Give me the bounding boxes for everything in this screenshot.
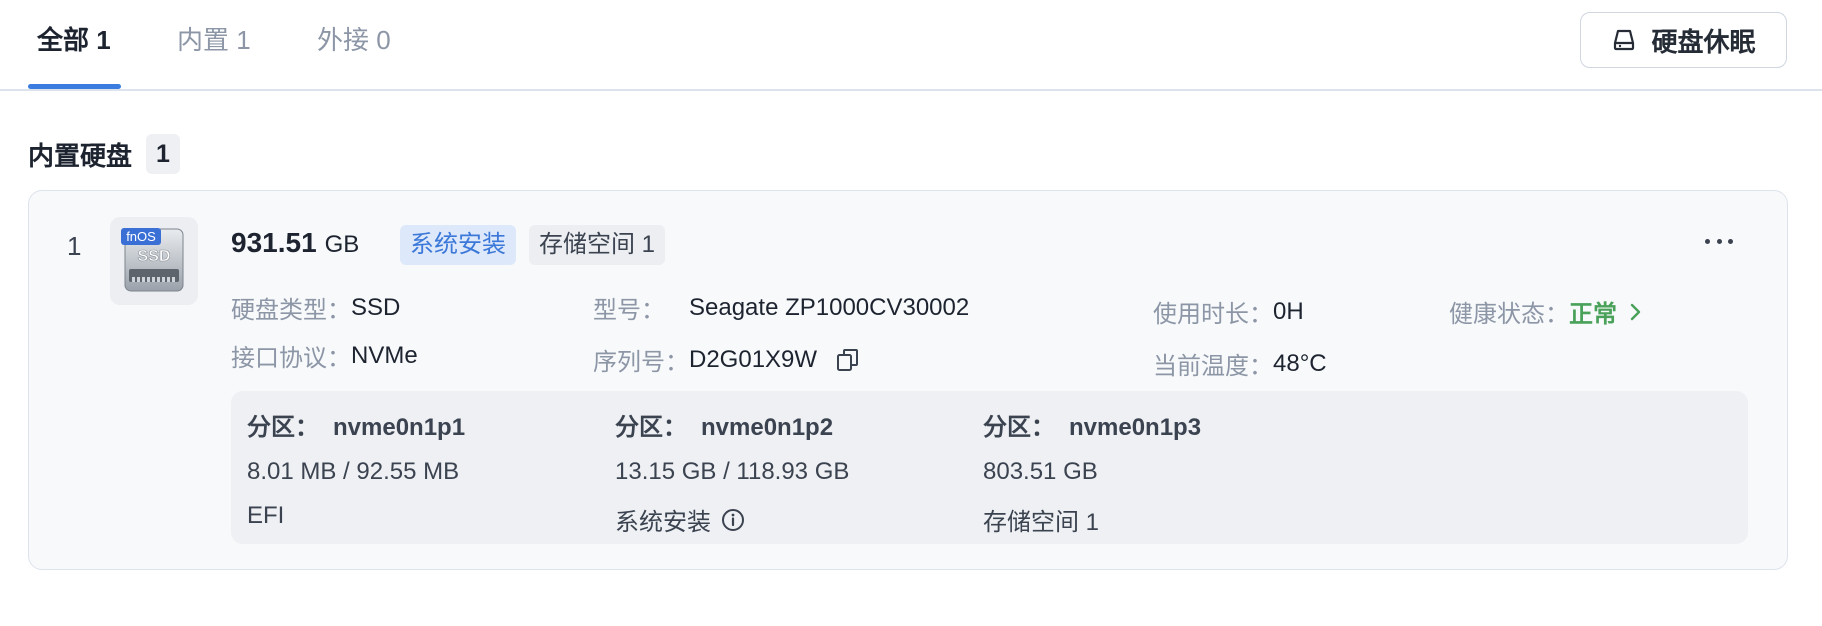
- disk-sleep-label: 硬盘休眠: [1651, 26, 1756, 57]
- disk-capacity: 931.51 GB: [231, 227, 359, 259]
- partition-type: 系统安装: [615, 502, 975, 537]
- tab-all[interactable]: 全部 1: [37, 20, 111, 60]
- field-label: 硬盘类型：: [231, 297, 351, 324]
- field-label: 序列号：: [593, 349, 689, 376]
- info-icon[interactable]: [721, 508, 745, 532]
- disk-index: 1: [67, 231, 82, 261]
- field-value: SSD: [351, 293, 401, 321]
- more-dot-icon: [1716, 238, 1722, 244]
- partition-item: 分区： nvme0n1p3 803.51 GB 存储空间 1: [983, 407, 1343, 537]
- tag-system-install: 系统安装: [400, 225, 516, 265]
- tab-internal[interactable]: 内置 1: [177, 20, 251, 60]
- chevron-right-icon[interactable]: [1627, 303, 1643, 321]
- partition-type: EFI: [247, 502, 285, 529]
- partition-usage: 8.01 MB / 92.55 MB: [247, 458, 460, 485]
- section-header: 内置硬盘 1: [28, 134, 180, 174]
- partition-name: 分区： nvme0n1p1: [247, 414, 466, 441]
- partition-usage: 803.51 GB: [983, 458, 1098, 485]
- svg-text:fnOS: fnOS: [126, 229, 156, 244]
- health-status-value[interactable]: 正常: [1569, 294, 1617, 329]
- field-value: 0H: [1273, 297, 1304, 325]
- more-options-button[interactable]: [1699, 231, 1739, 251]
- partition-name: 分区： nvme0n1p2: [615, 414, 834, 441]
- field-value: 48°C: [1273, 349, 1327, 377]
- disk-card: 1 SSD fnOS 931.51 GB 系统安装 存储空间 1 硬盘类型： S…: [28, 190, 1788, 570]
- section-count-badge: 1: [146, 134, 180, 174]
- more-dot-icon: [1728, 238, 1733, 244]
- tag-storage-space: 存储空间 1: [529, 225, 666, 265]
- tab-bar: 全部 1 内置 1 外接 0 硬盘休眠: [0, 0, 1822, 91]
- more-dot-icon: [1705, 238, 1710, 244]
- partition-usage: 13.15 GB / 118.93 GB: [615, 458, 850, 485]
- tab-external[interactable]: 外接 0: [317, 20, 391, 60]
- field-label: 当前温度：: [1153, 353, 1273, 380]
- field-model: 型号： Seagate ZP1000CV30002: [593, 290, 969, 325]
- partition-type: 存储空间 1: [983, 509, 1100, 536]
- capacity-value: 931.51: [231, 227, 317, 258]
- disk-sleep-button[interactable]: 硬盘休眠: [1580, 12, 1787, 68]
- field-label: 型号：: [593, 297, 665, 324]
- field-health[interactable]: 健康状态： 正常: [1449, 294, 1643, 329]
- capacity-unit: GB: [324, 231, 360, 258]
- field-interface: 接口协议： NVMe: [231, 338, 418, 373]
- drive-icon: [1614, 29, 1635, 51]
- partition-item: 分区： nvme0n1p1 8.01 MB / 92.55 MB EFI: [247, 407, 607, 530]
- partition-item: 分区： nvme0n1p2 13.15 GB / 118.93 GB 系统安装: [615, 407, 975, 537]
- field-label: 健康状态：: [1449, 301, 1569, 328]
- field-value: Seagate ZP1000CV30002: [689, 293, 970, 321]
- field-disk-type: 硬盘类型： SSD: [231, 290, 400, 325]
- active-tab-indicator: [28, 84, 121, 89]
- copy-icon[interactable]: [835, 347, 861, 373]
- field-temperature: 当前温度： 48°C: [1153, 346, 1327, 381]
- field-serial: 序列号： D2G01X9W: [593, 342, 861, 377]
- field-label: 接口协议：: [231, 345, 351, 372]
- field-value: NVMe: [351, 341, 418, 369]
- field-value: D2G01X9W: [689, 345, 818, 373]
- section-title: 内置硬盘: [28, 140, 133, 171]
- field-uptime: 使用时长： 0H: [1153, 294, 1304, 329]
- ssd-icon: SSD fnOS: [110, 217, 198, 305]
- partition-panel: 分区： nvme0n1p1 8.01 MB / 92.55 MB EFI 分区： n…: [231, 391, 1748, 544]
- partition-name: 分区： nvme0n1p3: [983, 414, 1202, 441]
- field-label: 使用时长：: [1153, 301, 1273, 328]
- svg-text:SSD: SSD: [138, 248, 171, 265]
